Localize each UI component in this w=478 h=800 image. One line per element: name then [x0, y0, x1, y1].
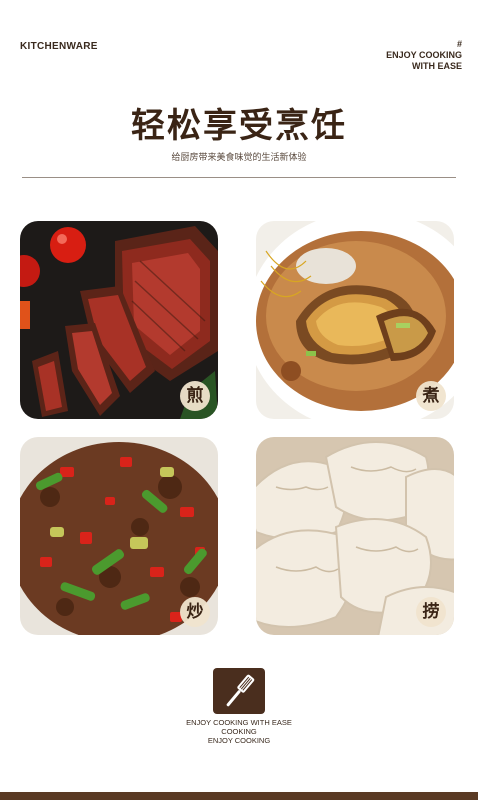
- card-label-boil: 煮: [416, 381, 446, 411]
- brand-label: KITCHENWARE: [20, 41, 98, 52]
- page-subtitle: 给厨房带来美食味觉的生活新体验: [171, 153, 307, 163]
- card-label-scoop: 捞: [416, 597, 446, 627]
- slogan-line-1: ENJOY COOKING: [386, 50, 462, 60]
- card-scoop[interactable]: 捞: [256, 437, 454, 635]
- footer-line-3: ENJOY COOKING: [207, 736, 271, 745]
- spatula-icon: [213, 668, 265, 714]
- divider: [22, 177, 456, 178]
- card-boil[interactable]: 煮: [256, 221, 454, 419]
- hash-mark: #: [456, 39, 462, 49]
- card-label-fry: 煎: [180, 381, 210, 411]
- card-fry[interactable]: 煎: [20, 221, 218, 419]
- slogan-line-2: WITH EASE: [411, 61, 462, 71]
- bottom-bar: [0, 792, 478, 800]
- footer-line-1: ENJOY COOKING WITH EASE: [186, 718, 292, 727]
- card-stir-fry[interactable]: 炒: [20, 437, 218, 635]
- card-label-stir-fry: 炒: [180, 597, 210, 627]
- page-title: 轻松享受烹饪: [131, 106, 347, 146]
- header-slogan: # ENJOY COOKING WITH EASE: [386, 39, 462, 72]
- footer-line-2: COOKING: [221, 727, 257, 736]
